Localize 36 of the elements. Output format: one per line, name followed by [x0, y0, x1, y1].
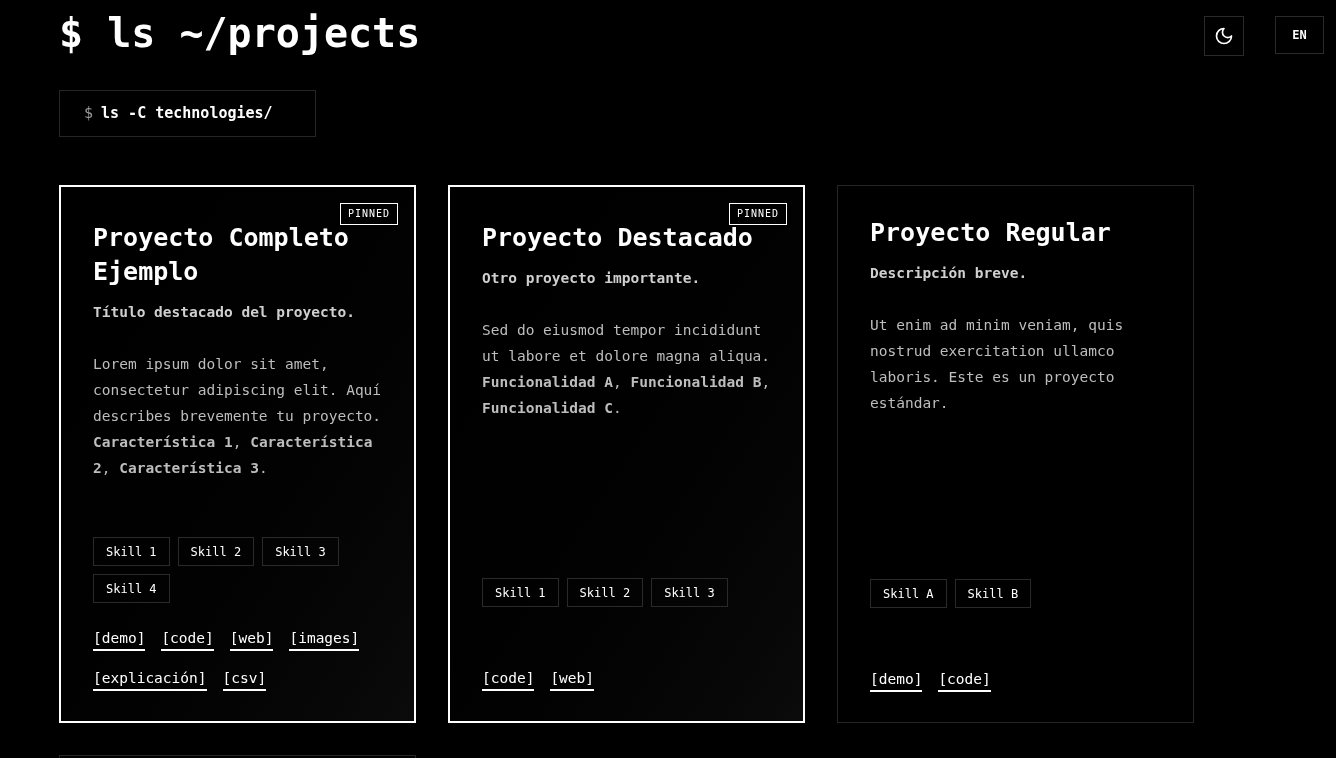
project-title: Proyecto Destacado: [482, 222, 754, 254]
project-link[interactable]: [csv]: [222, 667, 267, 691]
skill-tag: Skill 3: [262, 537, 339, 566]
project-title: Proyecto Regular: [870, 217, 1112, 249]
project-link[interactable]: [code]: [161, 627, 214, 651]
theme-toggle-button[interactable]: [1204, 16, 1244, 56]
pinned-badge: PINNED: [728, 203, 787, 225]
project-description: Sed do eiusmod tempor incididunt ut labore et dolore magna aliqua. Funcionalidad A, Funcionalidad B, Funcionalidad C.: [482, 321, 771, 418]
project-subtitle: Descripción breve.: [870, 264, 1029, 283]
project-link[interactable]: [explicación]: [93, 667, 207, 691]
project-link[interactable]: [web]: [229, 627, 274, 651]
project-description: Lorem ipsum dolor sit amet, consectetur adipiscing elit. Aquí describes brevemente tu proyecto. Característica 1, Característica 2, Característica 3.: [93, 355, 382, 478]
project-link[interactable]: [demo]: [93, 627, 146, 651]
project-link[interactable]: [images]: [289, 627, 360, 651]
skill-tag: Skill 4: [93, 574, 170, 603]
project-description: Ut enim ad minim veniam, quis nostrud exercitation ullamco laboris. Este es un proyecto estándar.: [870, 316, 1125, 413]
skill-tag: Skill 2: [566, 578, 644, 607]
prompt-symbol: $: [84, 103, 94, 125]
pinned-badge: PINNED: [339, 203, 398, 225]
project-link[interactable]: [web]: [550, 667, 595, 691]
skill-tag: Skill 2: [177, 537, 255, 566]
skill-tag: Skill A: [870, 579, 947, 608]
command-text: ls -C technologies/: [101, 103, 273, 125]
skill-tag: Skill 3: [651, 578, 728, 607]
skill-tag: Skill 1: [482, 578, 559, 607]
skill-tag: Skill 1: [93, 537, 170, 566]
moon-icon: [1214, 26, 1234, 46]
project-subtitle: Título destacado del proyecto.: [93, 303, 356, 322]
project-title: Proyecto Completo Ejemplo: [93, 222, 350, 288]
language-button[interactable]: EN: [1275, 16, 1324, 54]
skill-tag: Skill B: [954, 579, 1032, 608]
project-link[interactable]: [code]: [482, 667, 535, 691]
page-heading: $ ls ~/projects: [59, 9, 421, 58]
project-subtitle: Otro proyecto importante.: [482, 269, 702, 288]
project-link[interactable]: [demo]: [870, 668, 923, 692]
project-link[interactable]: [code]: [938, 668, 991, 692]
